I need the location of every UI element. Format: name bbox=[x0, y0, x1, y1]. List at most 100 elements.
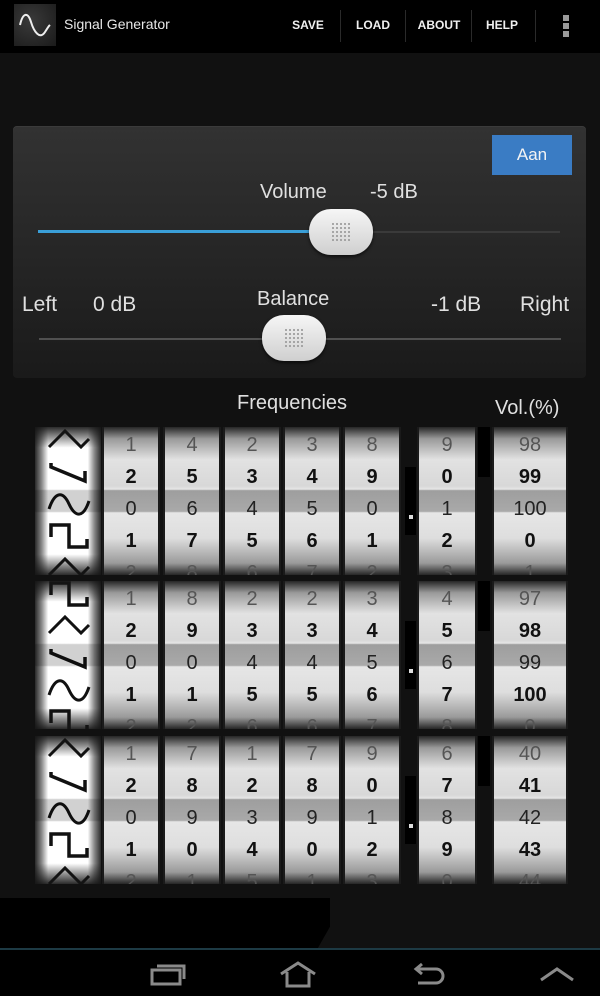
wheel-value: 2 bbox=[125, 716, 137, 729]
wheel-value: 3 bbox=[366, 871, 378, 884]
wheel-value: 8 bbox=[441, 716, 453, 729]
wheel-value: 9 bbox=[306, 807, 318, 829]
frequency-digit-wheel[interactable]: 3 4 5 6 7 bbox=[283, 427, 341, 575]
wheel-value: 7 bbox=[186, 743, 198, 765]
wheel-value: 5 bbox=[306, 684, 318, 706]
wheel-value: 4 bbox=[306, 652, 318, 674]
frequency-digit-wheel[interactable]: 7 8 9 0 1 bbox=[283, 736, 341, 884]
volume-wheel[interactable]: 40 41 42 43 44 bbox=[492, 736, 568, 884]
volume-value: -5 dB bbox=[370, 181, 418, 203]
wheel-value: 2 bbox=[125, 466, 137, 488]
wheel-value: 9 bbox=[186, 620, 198, 642]
wheel-value: 0 bbox=[366, 775, 378, 797]
frequency-digit-wheel[interactable]: 1 2 0 1 2 bbox=[102, 581, 160, 729]
wheel-value: 98 bbox=[518, 434, 542, 456]
wheel-value: 1 bbox=[246, 743, 258, 765]
wheel-value: 1 bbox=[125, 588, 137, 610]
load-button[interactable]: LOAD bbox=[346, 9, 400, 41]
frequency-digit-wheel[interactable]: 2 3 4 5 6 bbox=[283, 581, 341, 729]
wheel-value: 0 bbox=[125, 652, 137, 674]
wheel-value: 9 bbox=[186, 807, 198, 829]
wheel-value: 40 bbox=[518, 743, 542, 765]
wheel-value: 5 bbox=[306, 498, 318, 520]
wheel-value: 4 bbox=[246, 652, 258, 674]
menu-up-icon[interactable] bbox=[537, 960, 577, 988]
frequency-digit-wheel[interactable]: 4 5 6 7 8 bbox=[163, 427, 221, 575]
wheel-value: 7 bbox=[441, 775, 453, 797]
frequency-digit-wheel[interactable]: 3 4 5 6 7 bbox=[343, 581, 401, 729]
wheel-value: 7 bbox=[306, 743, 318, 765]
frequency-digit-wheel[interactable]: 1 2 3 4 5 bbox=[223, 736, 281, 884]
wheel-value: 100 bbox=[513, 498, 547, 520]
overflow-menu-icon[interactable] bbox=[563, 15, 571, 39]
wheel-value: 99 bbox=[518, 466, 542, 488]
frequency-digit-wheel[interactable]: 2 3 4 5 6 bbox=[223, 581, 281, 729]
wheel-value: 7 bbox=[306, 562, 318, 575]
wheel-value: 3 bbox=[366, 588, 378, 610]
wheel-value: 4 bbox=[441, 588, 453, 610]
wheel-value: 2 bbox=[125, 562, 137, 575]
on-toggle-button[interactable]: Aan bbox=[492, 135, 572, 175]
waveform-wheel[interactable] bbox=[35, 736, 101, 884]
wheel-value: 5 bbox=[246, 684, 258, 706]
wheel-value: 44 bbox=[518, 871, 542, 884]
wheel-value: 1 bbox=[186, 871, 198, 884]
divider bbox=[535, 10, 536, 42]
frequencies-label: Frequencies bbox=[237, 392, 348, 414]
wheel-value: 2 bbox=[441, 530, 453, 552]
wheel-value: 5 bbox=[246, 530, 258, 552]
save-button[interactable]: SAVE bbox=[282, 9, 334, 41]
volume-wheel[interactable]: 97 98 99 100 0 bbox=[492, 581, 568, 729]
frequency-decimal-wheel[interactable]: 4 5 6 7 8 bbox=[417, 581, 477, 729]
wheel-value: 9 bbox=[366, 743, 378, 765]
wheel-value: 8 bbox=[306, 775, 318, 797]
separator bbox=[478, 581, 490, 631]
app-title: Signal Generator bbox=[64, 16, 170, 32]
wheel-value: 2 bbox=[186, 716, 198, 729]
volume-wheel[interactable]: 98 99 100 0 1 bbox=[492, 427, 568, 575]
separator bbox=[478, 427, 490, 477]
divider bbox=[340, 10, 341, 42]
divider bbox=[471, 10, 472, 42]
volume-slider-fill bbox=[38, 230, 341, 233]
frequency-decimal-wheel[interactable]: 9 0 1 2 3 bbox=[417, 427, 477, 575]
about-button[interactable]: ABOUT bbox=[410, 9, 468, 41]
sine-wave-icon bbox=[14, 4, 56, 46]
back-icon[interactable] bbox=[408, 960, 448, 988]
wheel-value: 8 bbox=[186, 588, 198, 610]
frequency-digit-wheel[interactable]: 9 0 1 2 3 bbox=[343, 736, 401, 884]
frequency-digit-wheel[interactable]: 8 9 0 1 2 bbox=[163, 581, 221, 729]
wheel-value: 7 bbox=[441, 684, 453, 706]
balance-label: Balance bbox=[257, 288, 330, 310]
volume-percent-label: Vol.(%) bbox=[495, 397, 560, 419]
wheel-value: 6 bbox=[441, 743, 453, 765]
channel-row: 1 2 0 1 2 8 9 0 1 2 2 3 4 5 6 2 3 4 5 6 3 4 5 6 7 4 5 6 7 8 97 98 99 100 0 bbox=[33, 581, 568, 729]
balance-right-value: -1 dB bbox=[431, 293, 482, 316]
wheel-value: 1 bbox=[125, 743, 137, 765]
wheel-value: 6 bbox=[366, 684, 378, 706]
frequency-digit-wheel[interactable]: 1 2 0 1 2 bbox=[102, 736, 160, 884]
wheel-value: 1 bbox=[366, 530, 378, 552]
balance-right-label: Right bbox=[520, 293, 570, 316]
wheel-value: 2 bbox=[125, 775, 137, 797]
frequency-digit-wheel[interactable]: 1 2 0 1 2 bbox=[102, 427, 160, 575]
frequency-decimal-wheel[interactable]: 6 7 8 9 0 bbox=[417, 736, 477, 884]
divider bbox=[405, 10, 406, 42]
frequency-digit-wheel[interactable]: 2 3 4 5 6 bbox=[223, 427, 281, 575]
wheel-value: 1 bbox=[125, 530, 137, 552]
frequency-digit-wheel[interactable]: 7 8 9 0 1 bbox=[163, 736, 221, 884]
wheel-value: 97 bbox=[518, 588, 542, 610]
waveform-wheel[interactable] bbox=[35, 427, 101, 575]
help-button[interactable]: HELP bbox=[476, 9, 528, 41]
volume-slider-thumb[interactable] bbox=[308, 209, 373, 255]
wheel-value: 0 bbox=[441, 466, 453, 488]
waveform-wheel[interactable] bbox=[35, 581, 101, 729]
wheel-value: 6 bbox=[306, 530, 318, 552]
balance-left-value: 0 dB bbox=[93, 293, 137, 316]
wheel-value: 6 bbox=[186, 498, 198, 520]
wheel-value: 1 bbox=[366, 807, 378, 829]
frequency-digit-wheel[interactable]: 8 9 0 1 2 bbox=[343, 427, 401, 575]
home-icon[interactable] bbox=[278, 960, 318, 988]
balance-slider-thumb[interactable] bbox=[261, 315, 326, 361]
recent-apps-icon[interactable] bbox=[148, 960, 188, 988]
